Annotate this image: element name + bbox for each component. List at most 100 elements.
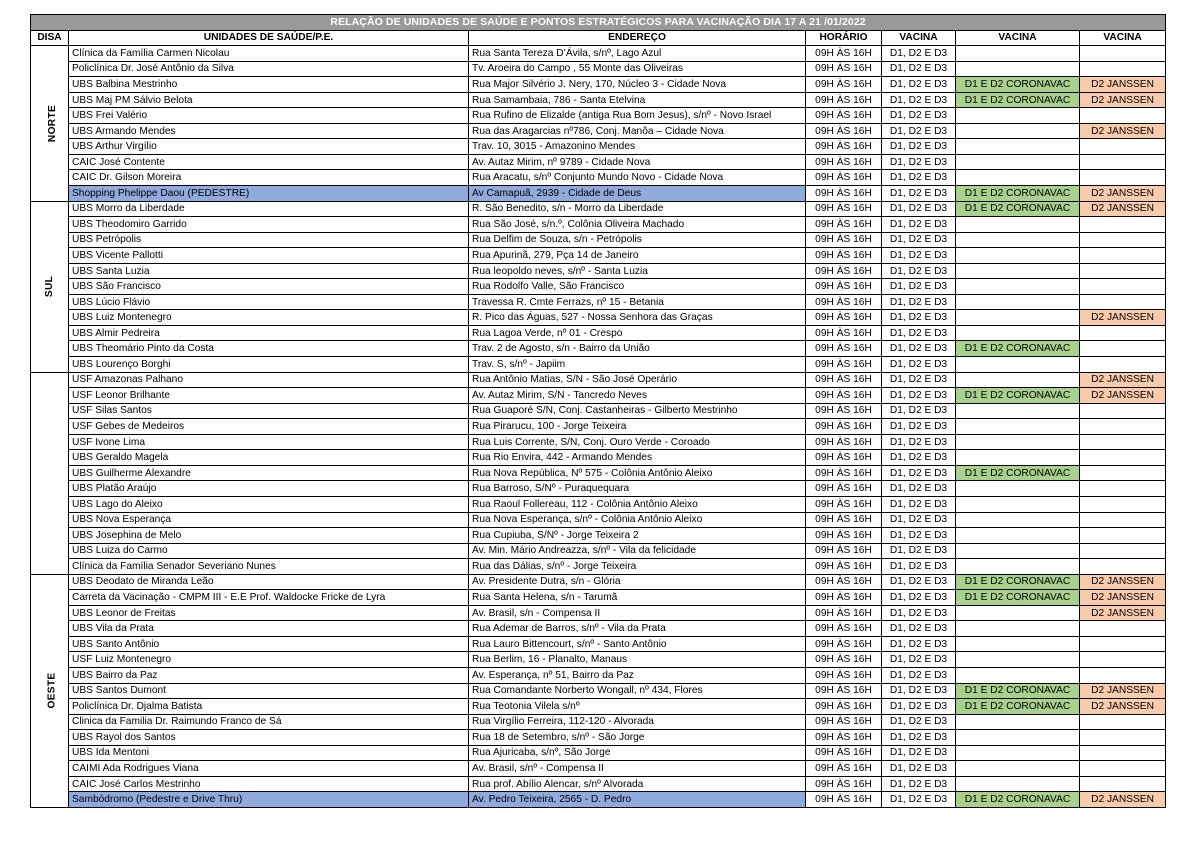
coronavac-cell bbox=[955, 60, 1080, 78]
janssen-cell bbox=[1078, 340, 1167, 358]
vaccine-doses-cell: D1, D2 E D3 bbox=[881, 495, 956, 513]
hours-cell: 09H ÀS 16H bbox=[805, 324, 882, 342]
address-cell: Rua Cupiuba, S/Nº - Jorge Teixeira 2 bbox=[468, 527, 806, 544]
vaccine-doses-cell: D1, D2 E D3 bbox=[881, 200, 956, 218]
vaccine-doses-cell: D1, D2 E D3 bbox=[881, 651, 956, 668]
coronavac-cell bbox=[955, 558, 1080, 575]
hours-cell: 09H ÀS 16H bbox=[805, 573, 882, 591]
unit-name-cell: USF Luiz Montenegro bbox=[68, 651, 469, 668]
janssen-cell: D2 JANSSEN bbox=[1078, 185, 1167, 202]
vaccine-doses-cell: D1, D2 E D3 bbox=[881, 542, 956, 560]
vaccination-sites-table: RELAÇÃO DE UNIDADES DE SAÚDE E PONTOS ES… bbox=[29, 14, 1167, 808]
address-cell: Av. Presidente Dutra, s/n - Glória bbox=[468, 573, 806, 591]
sheet-title: RELAÇÃO DE UNIDADES DE SAÚDE E PONTOS ES… bbox=[29, 14, 1167, 31]
vaccine-doses-cell: D1, D2 E D3 bbox=[881, 433, 956, 451]
hours-cell: 09H ÀS 16H bbox=[805, 356, 882, 373]
coronavac-cell bbox=[955, 169, 1080, 187]
vaccine-doses-cell: D1, D2 E D3 bbox=[881, 122, 956, 140]
table-row: USF Ivone Lima Rua Luis Corrente, S/N, Co… bbox=[31, 433, 1167, 451]
janssen-cell bbox=[1078, 527, 1167, 544]
coronavac-cell bbox=[955, 480, 1080, 497]
vaccine-doses-cell: D1, D2 E D3 bbox=[881, 713, 956, 731]
janssen-cell bbox=[1078, 138, 1167, 155]
janssen-cell bbox=[1078, 153, 1167, 171]
unit-name-cell: UBS Maj PM Sálvio Belota bbox=[68, 91, 469, 109]
table-row: USF Luiz Montenegro Rua Berlim, 16 - Plan… bbox=[31, 651, 1167, 668]
vaccine-doses-cell: D1, D2 E D3 bbox=[881, 293, 956, 311]
hours-cell: 09H ÀS 16H bbox=[805, 387, 882, 404]
address-cell: Rua Rio Envira, 442 - Armando Mendes bbox=[468, 449, 806, 466]
table-row: CAIC José Carlos Mestrinho Rua prof. Abíl… bbox=[31, 775, 1167, 793]
table-row: UBS São Francisco Rua Rodolfo Valle, São … bbox=[31, 278, 1167, 295]
janssen-cell bbox=[1078, 324, 1167, 342]
hours-cell: 09H ÀS 16H bbox=[805, 682, 882, 700]
unit-name-cell: UBS São Francisco bbox=[68, 278, 469, 295]
hours-cell: 09H ÀS 16H bbox=[805, 651, 882, 668]
hours-cell: 09H ÀS 16H bbox=[805, 760, 882, 777]
unit-name-cell: UBS Balbina Mestrinho bbox=[68, 76, 469, 93]
unit-name-cell: UBS Geraldo Magela bbox=[68, 449, 469, 466]
address-cell: Trav. 10, 3015 - Amazonino Mendes bbox=[468, 138, 806, 155]
coronavac-cell: D1 E D2 CORONAVAC bbox=[955, 340, 1080, 358]
table-row: UBS Guilherme Alexandre Rua Nova Repúblic… bbox=[31, 464, 1167, 482]
unit-name-cell: UBS Deodato de Miranda Leão bbox=[68, 573, 469, 591]
janssen-cell bbox=[1078, 60, 1167, 78]
table-row: UBS Santa Luzia Rua leopoldo neves, s/nº … bbox=[31, 262, 1167, 280]
vaccine-doses-cell: D1, D2 E D3 bbox=[881, 480, 956, 497]
hours-cell: 09H ÀS 16H bbox=[805, 666, 882, 684]
janssen-cell bbox=[1078, 262, 1167, 280]
janssen-cell bbox=[1078, 247, 1167, 264]
coronavac-cell bbox=[955, 744, 1080, 762]
table-row: UBS Platão Araújo Rua Barroso, S/Nº - Pur… bbox=[31, 480, 1167, 497]
table-row: UBS Vicente Pallotti Rua Apurinã, 279, Pç… bbox=[31, 247, 1167, 264]
table-row: UBS Frei Valério Rua Rufino de Elizalde (… bbox=[31, 107, 1167, 124]
coronavac-cell bbox=[955, 122, 1080, 140]
vaccine-doses-cell: D1, D2 E D3 bbox=[881, 729, 956, 746]
table-row: Carreta da Vacinação - CMPM III - E.E Pr… bbox=[31, 589, 1167, 606]
unit-name-cell: UBS Nova Esperança bbox=[68, 511, 469, 529]
address-cell: Rua Barroso, S/Nº - Puraquequara bbox=[468, 480, 806, 497]
address-cell: Av. Min. Mário Andreazza, s/nº - Vila da… bbox=[468, 542, 806, 560]
address-cell: Travessa R. Cmte Ferrazs, nº 15 - Betani… bbox=[468, 293, 806, 311]
coronavac-cell bbox=[955, 402, 1080, 420]
address-cell: Rua Major Silvério J. Nery, 170, Núcleo … bbox=[468, 76, 806, 93]
address-cell: Rua Rufino de Elizalde (antiga Rua Bom J… bbox=[468, 107, 806, 124]
hours-cell: 09H ÀS 16H bbox=[805, 122, 882, 140]
hours-cell: 09H ÀS 16H bbox=[805, 76, 882, 93]
address-cell: Rua Santa Helena, s/n - Tarumã bbox=[468, 589, 806, 606]
coronavac-cell bbox=[955, 247, 1080, 264]
unit-name-cell: UBS Petrópolis bbox=[68, 231, 469, 249]
disa-label: NORTE bbox=[47, 104, 59, 142]
table-row: UBS Arthur Virgílio Trav. 10, 3015 - Amaz… bbox=[31, 138, 1167, 155]
unit-name-cell: USF Silas Santos bbox=[68, 402, 469, 420]
vaccine-doses-cell: D1, D2 E D3 bbox=[881, 791, 956, 808]
address-cell: Rua Lauro Bittencourt, s/nº - Santo Antô… bbox=[468, 635, 806, 653]
address-cell: Av. Autaz Mirim, nº 9789 - Cidade Nova bbox=[468, 153, 806, 171]
hours-cell: 09H ÀS 16H bbox=[805, 418, 882, 435]
janssen-cell: D2 JANSSEN bbox=[1078, 76, 1167, 93]
coronavac-cell: D1 E D2 CORONAVAC bbox=[955, 464, 1080, 482]
header-disa: DISA bbox=[30, 29, 69, 47]
disa-label: OESTE bbox=[46, 672, 58, 709]
unit-name-cell: CAIC José Carlos Mestrinho bbox=[68, 775, 469, 793]
unit-name-cell: UBS Armando Mendes bbox=[68, 122, 469, 140]
hours-cell: 09H ÀS 16H bbox=[805, 791, 882, 808]
vaccine-doses-cell: D1, D2 E D3 bbox=[881, 138, 956, 155]
table-row: CAIC José Contente Av. Autaz Mirim, nº 97… bbox=[31, 153, 1167, 171]
hours-cell: 09H ÀS 16H bbox=[805, 91, 882, 109]
janssen-cell bbox=[1078, 45, 1167, 62]
address-cell: Rua Berlim, 16 - Planalto, Manaus bbox=[468, 651, 806, 668]
unit-name-cell: UBS Ida Mentoni bbox=[68, 744, 469, 762]
hours-cell: 09H ÀS 16H bbox=[805, 589, 882, 606]
coronavac-cell bbox=[955, 635, 1080, 653]
vaccine-doses-cell: D1, D2 E D3 bbox=[881, 635, 956, 653]
hours-cell: 09H ÀS 16H bbox=[805, 45, 882, 62]
hours-cell: 09H ÀS 16H bbox=[805, 371, 882, 389]
coronavac-cell: D1 E D2 CORONAVAC bbox=[955, 698, 1080, 715]
address-cell: Rua Aracatu, s/nº Conjunto Mundo Novo - … bbox=[468, 169, 806, 187]
header-hours: HORÁRIO bbox=[805, 29, 882, 47]
hours-cell: 09H ÀS 16H bbox=[805, 620, 882, 637]
unit-name-cell: UBS Platão Araújo bbox=[68, 480, 469, 497]
coronavac-cell bbox=[955, 666, 1080, 684]
address-cell: Rua Pirarucu, 100 - Jorge Teixeira bbox=[468, 418, 806, 435]
